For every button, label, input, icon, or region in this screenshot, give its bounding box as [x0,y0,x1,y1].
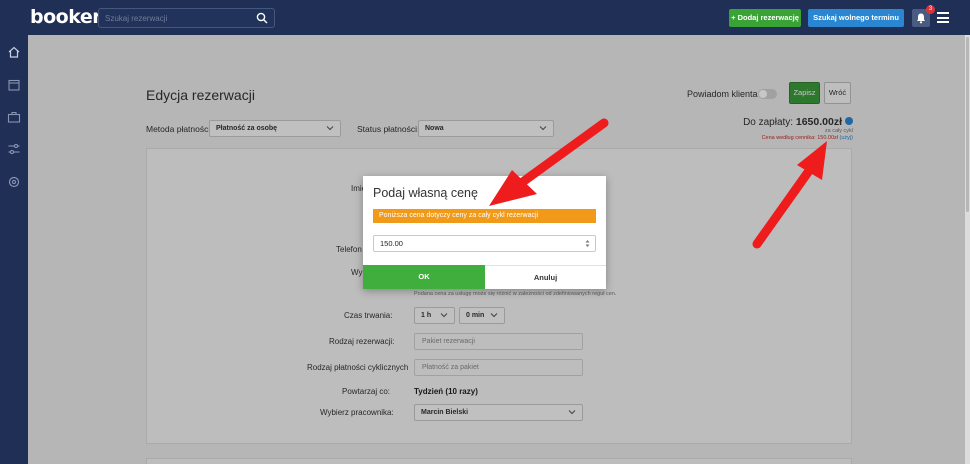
home-icon[interactable] [7,45,21,59]
stepper-icon[interactable] [585,239,590,248]
notifications-badge: 3 [926,5,935,14]
ok-button[interactable]: OK [363,265,485,289]
menu-icon[interactable] [937,12,949,23]
top-navbar: bookero + Dodaj rezerwację Szukaj wolneg… [0,0,970,35]
sliders-icon[interactable] [7,142,21,156]
custom-price-dialog: Podaj własną cenę Poniższa cena dotyczy … [363,176,606,289]
bell-icon [917,13,925,24]
price-input[interactable]: 150.00 [373,235,596,252]
briefcase-icon[interactable] [7,110,21,124]
scrollbar-thumb[interactable] [966,37,969,212]
find-free-slot-button[interactable]: Szukaj wolnego terminu [808,9,904,27]
cancel-button[interactable]: Anuluj [485,265,606,289]
dialog-title: Podaj własną cenę [373,186,478,200]
add-reservation-button[interactable]: + Dodaj rezerwację [729,9,801,27]
price-value: 150.00 [380,239,403,248]
dialog-note: Poniższa cena dotyczy ceny za cały cykl … [373,209,596,223]
settings-icon[interactable] [7,175,21,189]
page-scrollbar[interactable] [965,35,970,464]
search-input[interactable] [105,11,245,26]
search-icon[interactable] [256,12,268,24]
sidebar [0,35,28,464]
search-box[interactable] [98,8,275,28]
calendar-icon[interactable] [7,78,21,92]
